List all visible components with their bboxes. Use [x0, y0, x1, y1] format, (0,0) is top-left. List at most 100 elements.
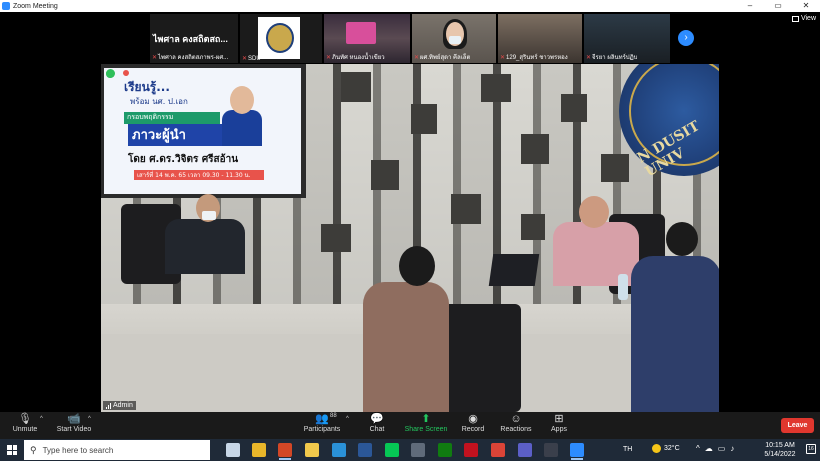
- participants-button[interactable]: 👥 88 Participants ^: [300, 413, 349, 439]
- slide-subtitle: พร้อม นศ. ป.เอก: [130, 97, 188, 106]
- participant-tile[interactable]: ✕ ภินทัศ หนองน้ำเขียว: [324, 14, 410, 63]
- presentation-slide: เรียนรู้... พร้อม นศ. ป.เอก กรอบพฤติกรรม…: [104, 68, 301, 194]
- taskbar-search[interactable]: ⚲ Type here to search: [24, 440, 210, 460]
- maximize-button[interactable]: ▭: [764, 0, 792, 12]
- participant-tile[interactable]: ✕ จีรยา ผลินทร์ปฏิบ: [584, 14, 670, 63]
- zoom-icon[interactable]: [570, 443, 584, 460]
- file-explorer-icon[interactable]: [305, 443, 319, 457]
- participant-tile[interactable]: ✕ ผศ.ทิพย์สุดา คีลเล็ต: [412, 14, 496, 63]
- app-red-icon[interactable]: [464, 443, 478, 457]
- water-bottle: [618, 274, 628, 300]
- mic-muted-icon: ✕: [414, 54, 420, 61]
- task-view-icon[interactable]: [226, 443, 240, 457]
- chrome-icon[interactable]: [252, 443, 266, 457]
- record-label: Record: [461, 426, 485, 433]
- word-icon[interactable]: [358, 443, 372, 457]
- xbox-icon[interactable]: [438, 443, 452, 457]
- apps-label: Apps: [551, 426, 567, 433]
- network-icon[interactable]: ▭: [718, 444, 726, 453]
- language-indicator[interactable]: TH: [623, 446, 632, 453]
- view-button[interactable]: View: [791, 15, 816, 22]
- windows-start-icon[interactable]: [7, 445, 17, 455]
- participant-tile[interactable]: ✕ SDU: [240, 14, 322, 63]
- weather-widget[interactable]: 32°C: [652, 444, 680, 453]
- share-screen-label: Share Screen: [404, 426, 448, 433]
- mic-muted-icon: ✕: [326, 54, 332, 61]
- cloud-icon[interactable]: ☁: [705, 444, 713, 453]
- participant-name: ✕ ไพศาล คงสถิตสภาพร-ผศ...: [152, 54, 229, 62]
- clock-time: 10:15 AM: [765, 442, 795, 449]
- sdu-logo: [258, 17, 300, 59]
- title-bar: Zoom Meeting – ▭ ✕: [0, 0, 820, 12]
- edge-icon[interactable]: [332, 443, 346, 457]
- leave-button[interactable]: Leave: [781, 418, 814, 433]
- person-left: [165, 219, 245, 274]
- system-clock[interactable]: 10:15 AM 5/14/2022: [758, 441, 802, 459]
- recording-indicator-icon: [123, 70, 129, 76]
- chat-label: Chat: [369, 426, 385, 433]
- temperature: 32°C: [664, 445, 680, 452]
- teams-icon[interactable]: [518, 443, 532, 457]
- person-front-head: [399, 246, 435, 286]
- apps-icon: ⊞: [554, 413, 564, 425]
- audio-options-caret-icon[interactable]: ^: [40, 416, 43, 422]
- speaker-label: Admin: [103, 401, 136, 410]
- chat-button[interactable]: 💬 Chat: [364, 413, 390, 439]
- participant-tile[interactable]: ✕ 129_สุรินทร์ ชาวพรหอง: [498, 14, 582, 63]
- mic-muted-icon: ✕: [152, 54, 158, 61]
- notification-center-icon[interactable]: 16: [806, 444, 816, 454]
- window-title: Zoom Meeting: [13, 2, 58, 10]
- zoom-window: Zoom Meeting – ▭ ✕ ไพศาล คงสถิตสถ... ✕ ไพ…: [0, 0, 820, 461]
- video-options-caret-icon[interactable]: ^: [88, 416, 91, 422]
- person-right-head: [579, 196, 609, 228]
- portrait-body: [222, 110, 262, 146]
- chrome-alt-icon[interactable]: [491, 443, 505, 457]
- face-mask: [202, 211, 216, 220]
- university-seal-icon: [266, 23, 294, 53]
- grid-icon: [791, 15, 799, 22]
- windows-taskbar: ⚲ Type here to search TH 32°C ^ ☁ ▭ ♪ 10…: [0, 439, 820, 461]
- video-feed-detail: [449, 36, 461, 44]
- app-dark-icon[interactable]: [544, 443, 558, 457]
- person-front: [363, 282, 449, 412]
- speaker-name: Admin: [113, 402, 133, 409]
- speaker-icon[interactable]: ♪: [730, 444, 734, 453]
- person-front-right: [631, 256, 719, 412]
- next-page-arrow-icon[interactable]: ›: [678, 30, 694, 46]
- line-icon[interactable]: [385, 443, 399, 457]
- mic-muted-icon: ✕: [242, 56, 248, 62]
- share-screen-button[interactable]: ⬆ Share Screen: [404, 413, 448, 439]
- apps-button[interactable]: ⊞ Apps: [548, 413, 570, 439]
- reactions-icon: ☺: [510, 413, 522, 425]
- start-video-button[interactable]: 📹 Start Video ^: [56, 413, 92, 439]
- video-off-icon: 📹: [67, 413, 81, 425]
- meeting-controls: 🎙 Unmute ^ 📹 Start Video ^ 👥 88 Particip…: [0, 412, 820, 439]
- share-screen-icon: ⬆: [421, 413, 431, 425]
- calculator-icon[interactable]: [411, 443, 425, 457]
- clock-date: 5/14/2022: [764, 451, 796, 458]
- powerpoint-icon[interactable]: [278, 443, 292, 460]
- laptop: [488, 254, 540, 286]
- mic-muted-icon: ✕: [500, 54, 506, 61]
- participant-strip: ไพศาล คงสถิตสถ... ✕ ไพศาล คงสถิตสภาพร-ผศ.…: [0, 12, 820, 64]
- chevron-up-icon[interactable]: ^: [696, 444, 700, 453]
- slide-headline: ภาวะผู้นำ: [128, 124, 222, 146]
- encryption-shield-icon[interactable]: [106, 69, 115, 78]
- chat-icon: 💬: [370, 413, 384, 425]
- reactions-label: Reactions: [500, 426, 532, 433]
- minimize-button[interactable]: –: [736, 0, 764, 12]
- participant-name-display: ไพศาล คงสถิตสถ...: [153, 34, 228, 44]
- participant-tile[interactable]: ไพศาล คงสถิตสถ... ✕ ไพศาล คงสถิตสภาพร-ผศ.…: [150, 14, 238, 63]
- unmute-label: Unmute: [12, 426, 38, 433]
- slide-portrait: [222, 86, 262, 146]
- tray-icons: ^ ☁ ▭ ♪: [696, 444, 734, 453]
- unmute-button[interactable]: 🎙 Unmute ^: [10, 413, 43, 439]
- close-button[interactable]: ✕: [792, 0, 820, 12]
- participant-name: ✕ จีรยา ผลินทร์ปฏิบ: [586, 54, 638, 62]
- reactions-button[interactable]: ☺ Reactions: [500, 413, 532, 439]
- participants-options-caret-icon[interactable]: ^: [346, 416, 349, 422]
- video-feed-detail: [346, 22, 376, 44]
- active-speaker-video: N DUSIT UNIV เรียนรู้... พร้อม นศ. ป.เอก…: [101, 64, 719, 412]
- record-button[interactable]: ◉ Record: [460, 413, 486, 439]
- record-icon: ◉: [468, 413, 478, 425]
